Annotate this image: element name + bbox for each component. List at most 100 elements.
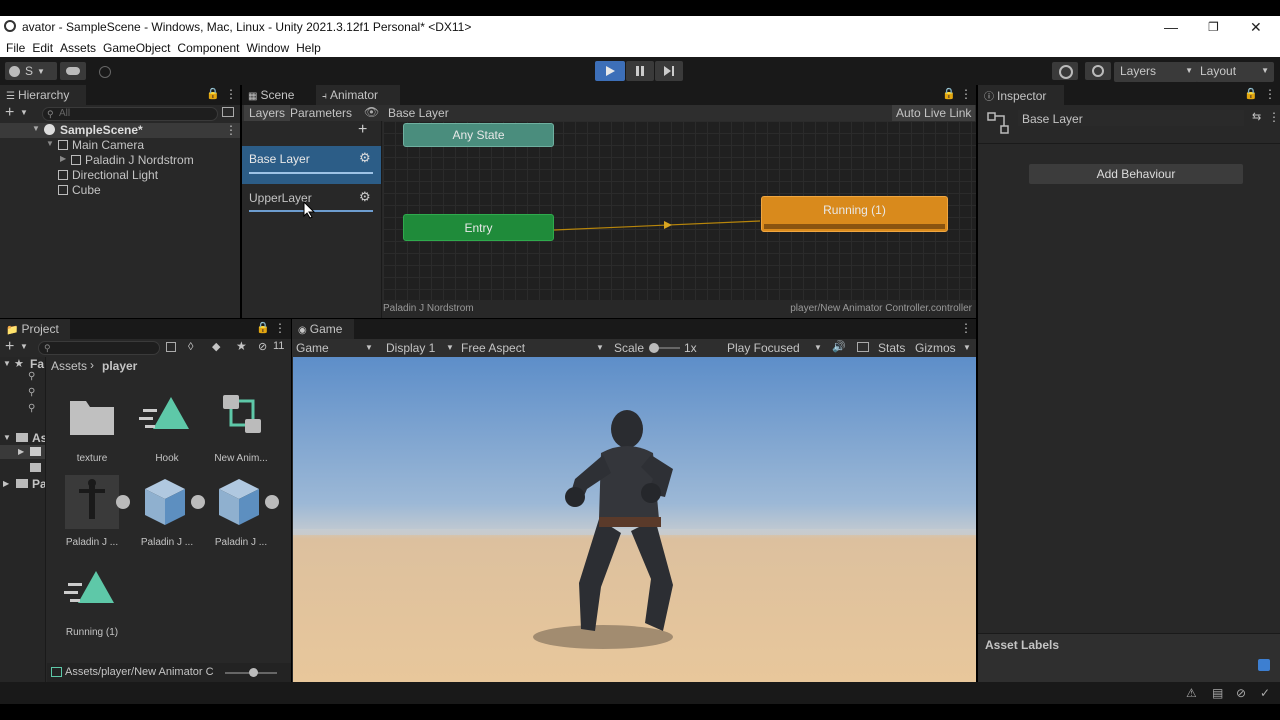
hidden-packages-icon[interactable]: ⊘ <box>258 340 267 353</box>
more-menu-icon[interactable]: ⋮ <box>1268 110 1280 124</box>
bug-icon[interactable]: ⚠ <box>1186 686 1197 700</box>
list-item[interactable]: ▼ Main Camera <box>0 138 240 153</box>
breadcrumb-assets[interactable]: Assets <box>51 359 87 373</box>
search-by-type-icon[interactable] <box>222 107 234 117</box>
check-circle-icon[interactable]: ✓ <box>1260 686 1270 700</box>
menu-gameobject[interactable]: GameObject <box>103 41 170 55</box>
search-icon[interactable]: ⚲ <box>28 371 35 382</box>
layers-stack-icon[interactable]: ▤ <box>1212 686 1223 700</box>
play-preview-icon[interactable] <box>191 495 205 509</box>
asset-item[interactable]: New Anim... <box>205 391 277 471</box>
account-dropdown[interactable]: S ▼ <box>5 62 57 80</box>
restore-icon[interactable]: ❐ <box>1208 20 1219 34</box>
layout-dropdown[interactable]: Layout ▼ <box>1196 62 1274 82</box>
scale-slider-thumb[interactable] <box>649 343 659 353</box>
menu-component[interactable]: Component <box>177 41 239 55</box>
menu-assets[interactable]: Assets <box>60 41 96 55</box>
label-tag-icon[interactable]: ◆ <box>212 340 220 353</box>
foldout-arrow-icon[interactable]: ▼ <box>32 124 40 133</box>
gear-icon[interactable]: ⚙ <box>359 189 371 205</box>
tab-parameters[interactable]: Parameters <box>290 106 352 120</box>
search-icon[interactable]: ⚲ <box>28 387 35 398</box>
tab-game[interactable]: ◉ Game <box>292 319 354 339</box>
auto-live-link-button[interactable]: Auto Live Link <box>892 105 976 121</box>
folder-icon[interactable] <box>30 463 41 472</box>
lock-icon[interactable]: 🔒 <box>206 87 220 100</box>
more-menu-icon[interactable]: ⋮ <box>1264 87 1276 101</box>
asset-item[interactable]: texture <box>56 391 128 471</box>
asset-item[interactable]: Running (1) <box>56 565 128 645</box>
search-icon[interactable]: ⚲ <box>28 403 35 414</box>
pause-button[interactable] <box>626 61 654 81</box>
list-item[interactable]: Cube <box>0 183 240 198</box>
search-by-type-icon[interactable] <box>166 342 176 352</box>
display-dropdown[interactable]: Display 1 <box>386 341 435 355</box>
tab-hierarchy[interactable]: ☰ Hierarchy <box>0 85 86 105</box>
more-menu-icon[interactable]: ⋮ <box>225 87 237 101</box>
add-icon[interactable]: + <box>5 338 14 356</box>
foldout-arrow-icon[interactable]: ▼ <box>46 139 54 148</box>
chevron-down-icon[interactable]: ▼ <box>365 343 373 352</box>
tree-item-selected[interactable]: ▶ <box>0 445 45 459</box>
tab-scene[interactable]: ▦ Scene <box>242 85 312 105</box>
layer-item-base[interactable]: Base Layer ⚙ <box>242 146 381 184</box>
layers-dropdown[interactable]: Layers ▼ <box>1114 62 1198 82</box>
play-preview-icon[interactable] <box>116 495 130 509</box>
gizmos-dropdown[interactable]: Gizmos <box>915 341 956 355</box>
add-behaviour-button[interactable]: Add Behaviour <box>1029 164 1243 184</box>
hierarchy-search-input[interactable]: ⚲ All <box>42 107 218 121</box>
list-item-scene[interactable]: ▼ SampleScene* ⋮ <box>0 123 240 138</box>
menu-file[interactable]: File <box>6 41 25 55</box>
foldout-arrow-icon[interactable]: ▼ <box>3 359 11 368</box>
lock-icon[interactable]: 🔒 <box>1244 87 1258 100</box>
more-menu-icon[interactable]: ⋮ <box>960 321 972 335</box>
list-item[interactable]: ▶ Paladin J Nordstrom <box>0 153 240 168</box>
add-icon[interactable]: + <box>5 104 14 122</box>
audio-speaker-icon[interactable]: 🔊 <box>832 340 846 353</box>
settings-sliders-icon[interactable]: ⇆ <box>1252 110 1261 123</box>
close-icon[interactable]: ✕ <box>1250 19 1262 36</box>
chevron-down-icon[interactable]: ▼ <box>814 343 822 352</box>
favorite-star-icon[interactable]: ★ <box>236 339 247 353</box>
aspect-dropdown[interactable]: Free Aspect <box>461 341 525 355</box>
project-search-input[interactable]: ⚲ <box>38 341 160 355</box>
game-view-dropdown[interactable]: Game <box>296 341 329 355</box>
more-menu-icon[interactable]: ⋮ <box>960 87 972 101</box>
asset-item[interactable]: Paladin J ... <box>56 475 130 555</box>
chevron-down-icon[interactable]: ▼ <box>20 108 28 117</box>
foldout-arrow-icon[interactable]: ▼ <box>3 433 11 442</box>
eye-icon[interactable]: 👁 <box>364 105 379 119</box>
gear-icon[interactable]: ⚙ <box>359 150 371 166</box>
filter-type-icon[interactable]: ◊ <box>188 341 193 353</box>
add-layer-icon[interactable]: + <box>358 121 367 139</box>
game-viewport[interactable] <box>293 357 976 682</box>
object-name-field[interactable]: Base Layer <box>1018 110 1244 126</box>
tab-animator[interactable]: ⫞ Animator <box>316 85 400 105</box>
icon-size-slider-thumb[interactable] <box>249 668 258 677</box>
search-button[interactable] <box>1085 62 1111 80</box>
menu-edit[interactable]: Edit <box>32 41 53 55</box>
any-state-node[interactable]: Any State <box>403 123 554 147</box>
play-mode-dropdown[interactable]: Play Focused <box>727 341 800 355</box>
collab-icon[interactable] <box>99 66 111 78</box>
debug-off-icon[interactable]: ⊘ <box>1236 686 1246 700</box>
breadcrumb-player[interactable]: player <box>102 359 137 373</box>
more-menu-icon[interactable]: ⋮ <box>225 123 237 137</box>
layer-weight-slider[interactable] <box>249 172 373 174</box>
more-menu-icon[interactable]: ⋮ <box>274 321 286 335</box>
chevron-down-icon[interactable]: ▼ <box>596 343 604 352</box>
transition-arrow[interactable] <box>554 216 762 236</box>
list-item[interactable]: Directional Light <box>0 168 240 183</box>
menu-window[interactable]: Window <box>246 41 289 55</box>
chevron-down-icon[interactable]: ▼ <box>20 342 28 351</box>
lock-icon[interactable]: 🔒 <box>942 87 956 100</box>
step-button[interactable] <box>655 61 683 81</box>
asset-item[interactable]: Paladin J ... <box>131 475 205 555</box>
tab-layers[interactable]: Layers <box>244 105 291 121</box>
chevron-down-icon[interactable]: ▼ <box>446 343 454 352</box>
cloud-button[interactable] <box>60 62 86 80</box>
running-state-node[interactable]: Running (1) <box>761 196 948 232</box>
label-tag-icon[interactable] <box>1258 659 1270 671</box>
asset-item[interactable]: Paladin J ... <box>205 475 279 555</box>
foldout-arrow-icon[interactable]: ▶ <box>18 447 24 456</box>
